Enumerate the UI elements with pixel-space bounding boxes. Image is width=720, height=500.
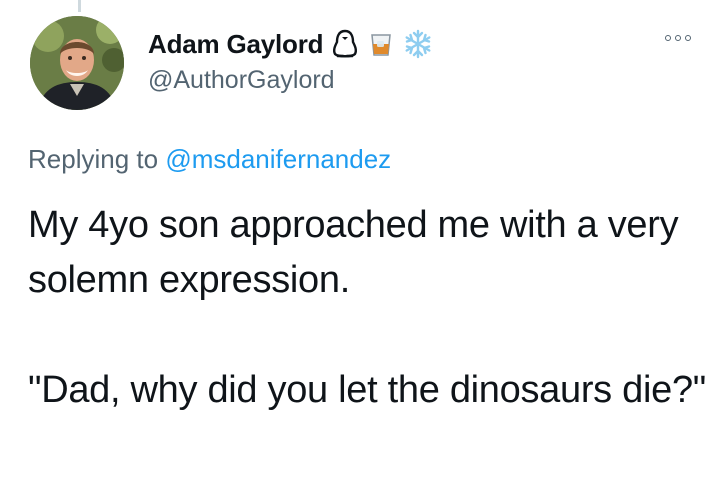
author-display-name[interactable]: Adam Gaylord: [148, 29, 324, 60]
more-dot: [665, 35, 671, 41]
avatar[interactable]: [30, 16, 124, 110]
tumbler-glass-icon: [367, 29, 395, 59]
tweet-paragraph: My 4yo son approached me with a very sol…: [28, 204, 679, 301]
author-name-row: Adam Gaylord: [148, 26, 431, 62]
author-handle[interactable]: @AuthorGaylord: [148, 66, 335, 95]
penguin-emoji-icon: [331, 29, 359, 59]
more-options-icon[interactable]: [660, 26, 696, 50]
tweet-body: My 4yo son approached me with a very sol…: [28, 198, 708, 418]
snowflake-icon: [403, 29, 431, 59]
replying-to-line: Replying to @msdanifernandez: [28, 144, 391, 175]
reply-mention-link[interactable]: @msdanifernandez: [165, 144, 391, 174]
tweet: Adam Gaylord @AuthorGaylord Replying to …: [0, 0, 720, 500]
replying-to-label: Replying to: [28, 144, 159, 174]
more-dot: [675, 35, 681, 41]
more-dot: [685, 35, 691, 41]
tweet-paragraph: "Dad, why did you let the dinosaurs die?…: [28, 369, 706, 411]
thread-connector-line: [78, 0, 81, 12]
